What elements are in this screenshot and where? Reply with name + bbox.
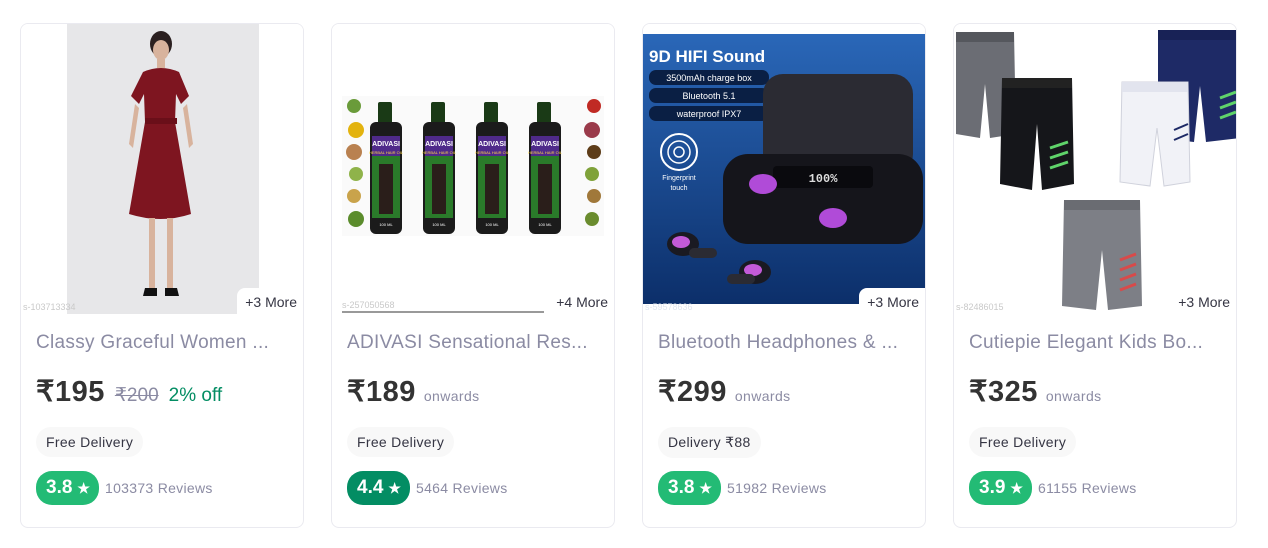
price: ₹325 [969, 376, 1038, 408]
rating-badge: 3.8 ★ [36, 471, 99, 505]
delivery-badge: Free Delivery [347, 427, 455, 457]
product-card-3[interactable]: 9D HIFI Sound 3500mAh charge box Bluetoo… [642, 23, 926, 528]
original-price: ₹200 [114, 385, 159, 406]
product-card-4[interactable]: s-82486015 +3 More Cutiepie Elegant Kids… [953, 23, 1237, 528]
svg-text:ADIVASI: ADIVASI [531, 141, 559, 148]
product-title[interactable]: Classy Graceful Women ... [36, 332, 286, 354]
reviews-count: 61155 Reviews [1037, 480, 1137, 496]
star-icon: ★ [388, 479, 401, 496]
svg-text:HERBAL HAIR OIL: HERBAL HAIR OIL [369, 150, 404, 155]
dress-image [67, 24, 259, 314]
hair-oil-image: ADIVASI HERBAL HAIR OIL 100 ML ADIVASI H… [342, 96, 604, 313]
svg-text:ADIVASI: ADIVASI [425, 141, 453, 148]
svg-text:HERBAL HAIR OIL: HERBAL HAIR OIL [475, 150, 510, 155]
product-title[interactable]: Bluetooth Headphones & ... [658, 332, 908, 354]
price-row: ₹325 onwards [969, 374, 1102, 409]
product-title[interactable]: ADIVASI Sensational Res... [347, 332, 597, 354]
rating-badge: 3.9 ★ [969, 471, 1032, 505]
rating-badge: 4.4 ★ [347, 471, 410, 505]
rating-value: 3.8 [668, 477, 695, 498]
rating-badge: 3.8 ★ [658, 471, 721, 505]
product-image[interactable]: ADIVASI HERBAL HAIR OIL 100 ML ADIVASI H… [332, 24, 614, 314]
rating-row: 3.8 ★ 103373 Reviews [36, 471, 213, 505]
rating-row: 3.8 ★ 51982 Reviews [658, 471, 827, 505]
product-image[interactable]: s-103713334 +3 More [21, 24, 303, 314]
svg-text:100 ML: 100 ML [432, 222, 446, 227]
more-variants[interactable]: +4 More [548, 288, 614, 314]
rating-value: 4.4 [357, 477, 384, 498]
rating-row: 3.9 ★ 61155 Reviews [969, 471, 1137, 505]
rating-value: 3.8 [46, 477, 73, 498]
price-row: ₹299 onwards [658, 374, 791, 409]
product-card-2[interactable]: ADIVASI HERBAL HAIR OIL 100 ML ADIVASI H… [331, 23, 615, 528]
star-icon: ★ [77, 479, 90, 496]
sku-label: s-82486015 [956, 302, 1004, 312]
svg-text:100 ML: 100 ML [485, 222, 499, 227]
svg-text:ADIVASI: ADIVASI [372, 141, 400, 148]
reviews-count: 5464 Reviews [415, 480, 508, 496]
earbuds-image: 9D HIFI Sound 3500mAh charge box Bluetoo… [643, 34, 925, 304]
product-image[interactable]: 9D HIFI Sound 3500mAh charge box Bluetoo… [643, 24, 925, 314]
more-variants[interactable]: +3 More [859, 288, 925, 314]
more-variants[interactable]: +3 More [237, 288, 303, 314]
discount: 2% off [168, 385, 223, 406]
price-row: ₹195 ₹200 2% off [36, 374, 222, 409]
reviews-count: 103373 Reviews [104, 480, 213, 496]
product-image[interactable]: s-82486015 +3 More [954, 24, 1236, 314]
svg-text:100 ML: 100 ML [379, 222, 393, 227]
rating-value: 3.9 [979, 477, 1006, 498]
more-variants[interactable]: +3 More [1170, 288, 1236, 314]
price: ₹195 [36, 376, 105, 408]
kids-shorts-image [956, 30, 1236, 310]
price: ₹299 [658, 376, 727, 408]
product-card-1[interactable]: s-103713334 +3 More Classy Graceful Wome… [20, 23, 304, 528]
delivery-badge: Free Delivery [969, 427, 1077, 457]
svg-text:ADIVASI: ADIVASI [478, 141, 506, 148]
svg-text:100%: 100% [809, 172, 839, 186]
svg-text:3500mAh charge box: 3500mAh charge box [666, 73, 752, 83]
price-row: ₹189 onwards [347, 374, 480, 409]
onwards-label: onwards [423, 388, 480, 404]
sku-label: s-257050568 [342, 300, 395, 310]
onwards-label: onwards [734, 388, 791, 404]
svg-text:Bluetooth 5.1: Bluetooth 5.1 [682, 91, 735, 101]
svg-text:100 ML: 100 ML [538, 222, 552, 227]
svg-text:Fingerprint: Fingerprint [662, 175, 696, 182]
svg-text:touch: touch [670, 185, 687, 192]
rating-row: 4.4 ★ 5464 Reviews [347, 471, 508, 505]
svg-text:HERBAL HAIR OIL: HERBAL HAIR OIL [528, 150, 563, 155]
onwards-label: onwards [1045, 388, 1102, 404]
price: ₹189 [347, 376, 416, 408]
star-icon: ★ [1010, 479, 1023, 496]
sku-label: s-103713334 [23, 302, 76, 312]
star-icon: ★ [699, 479, 712, 496]
svg-text:waterproof IPX7: waterproof IPX7 [676, 109, 742, 119]
reviews-count: 51982 Reviews [726, 480, 827, 496]
svg-text:HERBAL HAIR OIL: HERBAL HAIR OIL [422, 150, 457, 155]
delivery-badge: Delivery ₹88 [658, 427, 761, 458]
delivery-badge: Free Delivery [36, 427, 144, 457]
product-title[interactable]: Cutiepie Elegant Kids Bo... [969, 332, 1219, 354]
sku-label: s-59578636 [645, 302, 693, 312]
svg-text:9D HIFI Sound: 9D HIFI Sound [649, 47, 765, 66]
